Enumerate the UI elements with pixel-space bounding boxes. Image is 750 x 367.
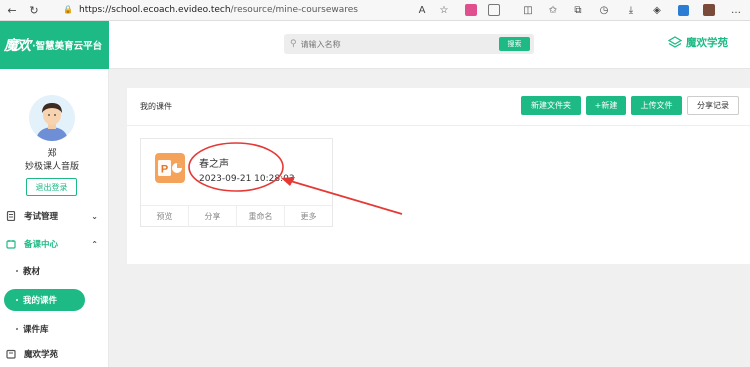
profile-avatar[interactable] bbox=[701, 2, 717, 18]
extension-icon[interactable] bbox=[463, 2, 479, 18]
share-button[interactable]: 分享 bbox=[188, 206, 236, 227]
favorites-icon[interactable]: ✩ bbox=[545, 2, 561, 18]
split-screen-icon[interactable]: ◫ bbox=[520, 2, 536, 18]
courseware-title[interactable]: 春之声 bbox=[199, 155, 229, 170]
extension-icon[interactable] bbox=[486, 2, 502, 18]
read-aloud-icon[interactable]: A bbox=[414, 2, 430, 18]
academy-logo[interactable]: 魔欢学苑 bbox=[668, 35, 728, 50]
refresh-icon[interactable]: ↻ bbox=[26, 2, 42, 18]
history-icon[interactable]: ◷ bbox=[596, 2, 612, 18]
sidebar-item-label: 我的课件 bbox=[23, 296, 58, 306]
search-icon: ⚲ bbox=[290, 39, 297, 49]
search-input[interactable] bbox=[300, 39, 471, 49]
lock-icon: 🔒 bbox=[63, 5, 73, 14]
sidebar-item-label: 课件库 bbox=[23, 325, 49, 335]
sidebar-item-label: 教材 bbox=[23, 267, 41, 277]
academy-icon bbox=[6, 349, 16, 359]
brand[interactable]: 魔欢 ·智慧美育云平台 bbox=[0, 21, 109, 69]
more-icon[interactable]: … bbox=[728, 2, 744, 18]
outlook-icon[interactable] bbox=[675, 2, 691, 18]
bullet-icon bbox=[16, 299, 18, 301]
user-role: 妙极课人音版 bbox=[24, 162, 79, 172]
share-record-button[interactable]: 分享记录 bbox=[687, 96, 739, 115]
academy-logo-text: 魔欢学苑 bbox=[686, 37, 728, 49]
browser-toolbar: ← ↻ 🔒 https://school.ecoach.evideo.tech /… bbox=[0, 0, 750, 21]
download-icon[interactable]: ⤓ bbox=[623, 2, 639, 18]
more-button[interactable]: 更多 bbox=[284, 206, 332, 227]
url-host: https://school.ecoach.evideo.tech bbox=[79, 5, 231, 15]
address-bar[interactable]: 🔒 https://school.ecoach.evideo.tech/reso… bbox=[63, 2, 413, 18]
new-button[interactable]: +新建 bbox=[586, 96, 626, 115]
courseware-card[interactable]: P 春之声 2023-09-21 10:28:03 预览 分享 重命名 更多 bbox=[140, 138, 333, 227]
chevron-up-icon: ⌃ bbox=[91, 239, 98, 249]
url-path: /resource/mine-coursewares bbox=[230, 5, 358, 15]
logout-button[interactable]: 退出登录 bbox=[26, 178, 77, 196]
ppt-letter: P bbox=[161, 164, 168, 176]
user-name: 郑 bbox=[47, 149, 57, 159]
menu-label: 备课中心 bbox=[24, 240, 59, 250]
menu-label: 魔欢学苑 bbox=[24, 350, 59, 360]
security-icon[interactable]: ◈ bbox=[649, 2, 665, 18]
menu-label: 考试管理 bbox=[24, 212, 59, 222]
menu-exam-management[interactable]: 考试管理 ⌄ bbox=[0, 207, 109, 225]
app-header: 魔欢 ·智慧美育云平台 ⚲ 搜索 魔欢学苑 bbox=[0, 21, 750, 69]
menu-lesson-prep[interactable]: 备课中心 ⌃ bbox=[0, 235, 109, 253]
preview-button[interactable]: 预览 bbox=[141, 206, 188, 227]
courseware-date: 2023-09-21 10:28:03 bbox=[199, 174, 295, 184]
divider bbox=[127, 125, 750, 126]
layers-icon bbox=[668, 35, 682, 48]
prep-icon bbox=[6, 240, 16, 249]
search-bar: ⚲ 搜索 bbox=[284, 34, 534, 54]
powerpoint-icon: P bbox=[155, 153, 185, 183]
sidebar-item-my-courseware[interactable]: 我的课件 bbox=[4, 289, 85, 311]
favorite-star-icon[interactable]: ☆ bbox=[436, 2, 452, 18]
upload-file-button[interactable]: 上传文件 bbox=[631, 96, 682, 115]
collections-icon[interactable]: ⧉ bbox=[570, 2, 586, 18]
bullet-icon bbox=[16, 270, 18, 272]
brand-logo: 魔欢 bbox=[4, 38, 31, 54]
document-icon bbox=[6, 211, 16, 221]
rename-button[interactable]: 重命名 bbox=[236, 206, 284, 227]
card-actions: 预览 分享 重命名 更多 bbox=[141, 205, 332, 227]
bullet-icon bbox=[16, 328, 18, 330]
page-title: 我的课件 bbox=[140, 102, 172, 111]
chevron-down-icon: ⌄ bbox=[91, 211, 98, 221]
back-icon[interactable]: ← bbox=[4, 2, 20, 18]
search-button[interactable]: 搜索 bbox=[499, 37, 530, 51]
avatar bbox=[29, 95, 75, 141]
new-folder-button[interactable]: 新建文件夹 bbox=[521, 96, 581, 115]
sidebar: 郑 妙极课人音版 退出登录 考试管理 ⌄ 备课中心 ⌃ 教材 我的课件 课件库 … bbox=[0, 69, 109, 367]
sidebar-item-textbook[interactable]: 教材 bbox=[0, 261, 109, 281]
brand-name: ·智慧美育云平台 bbox=[32, 41, 103, 52]
sidebar-item-courseware-library[interactable]: 课件库 bbox=[0, 319, 109, 339]
menu-academy[interactable]: 魔欢学苑 bbox=[0, 345, 109, 363]
